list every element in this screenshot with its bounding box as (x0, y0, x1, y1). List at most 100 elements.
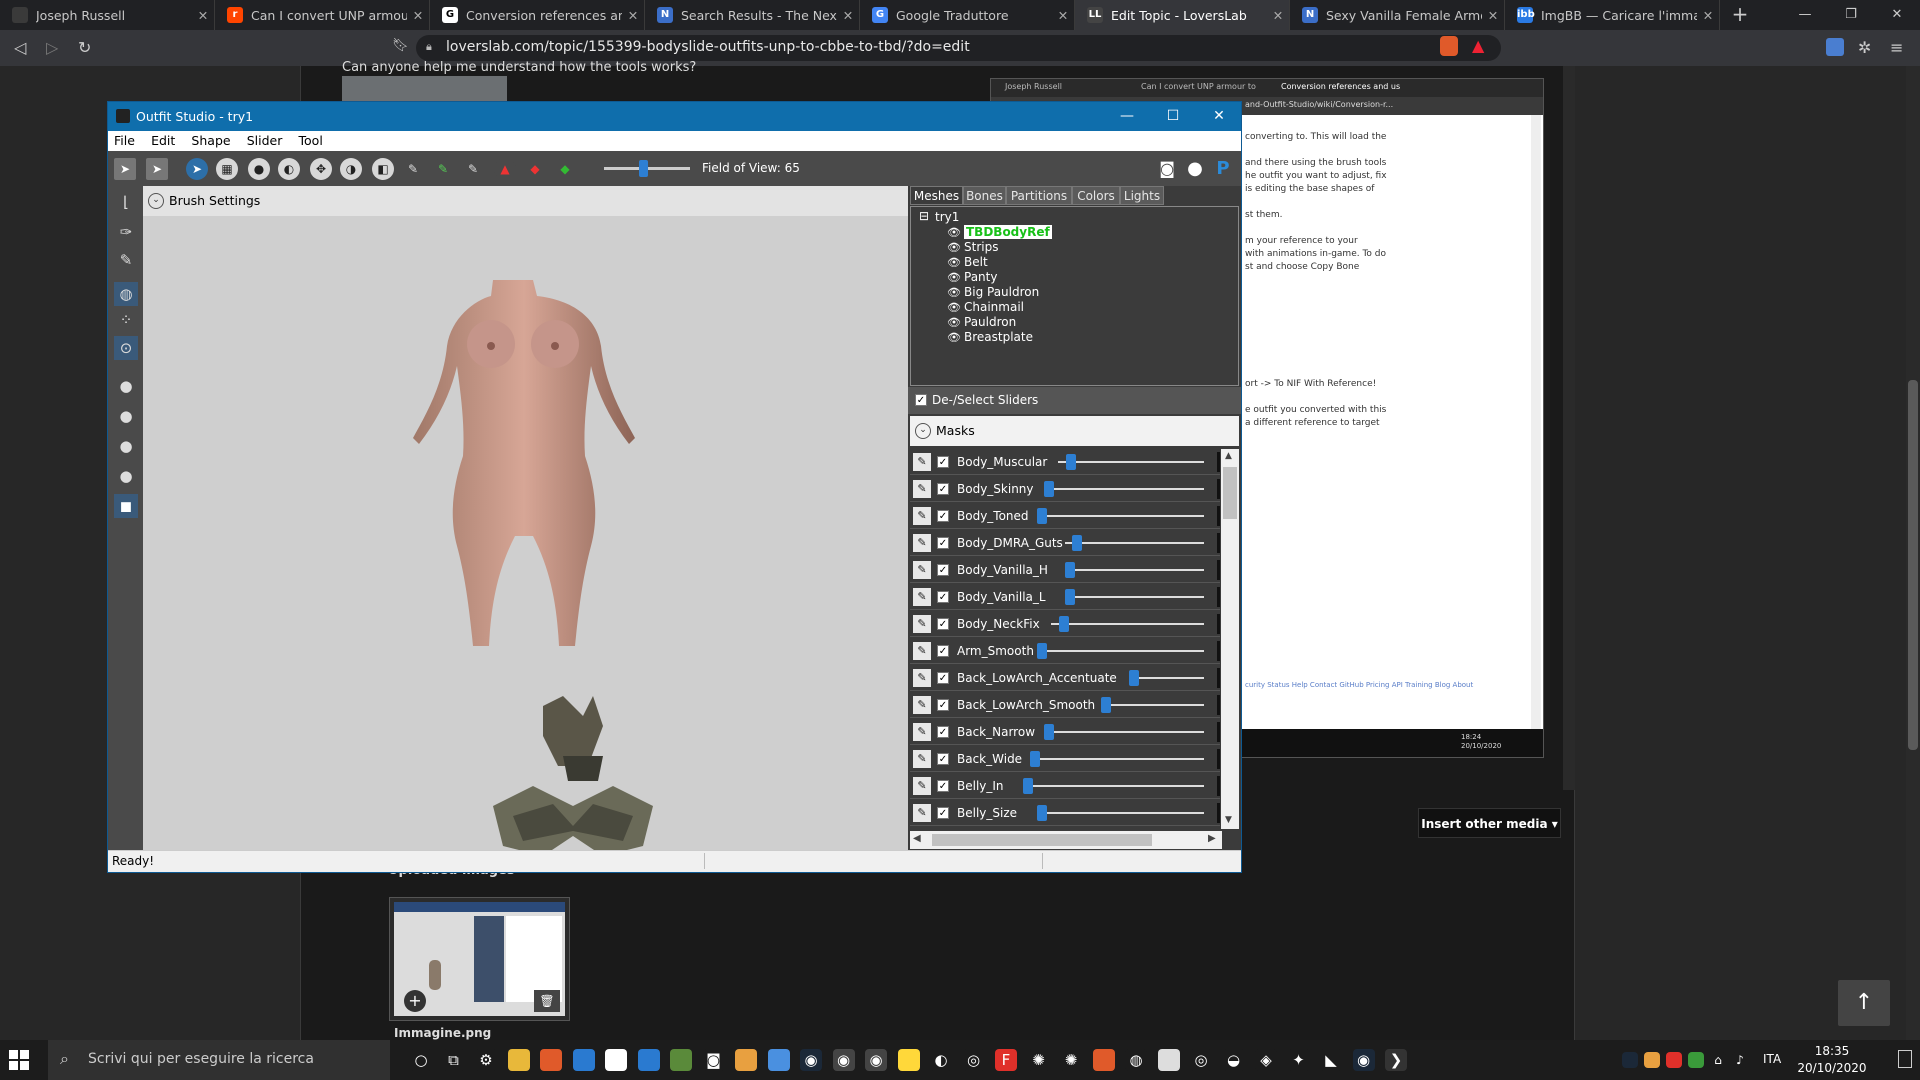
steam-tray-icon[interactable] (1622, 1052, 1638, 1068)
app-c-icon[interactable] (897, 1049, 920, 1071)
taskbar-clock[interactable]: 18:35 20/10/2020 (1796, 1043, 1868, 1077)
slider-knob[interactable] (1072, 535, 1083, 551)
mesh-item[interactable]: 👁︎ TBDBodyRef (947, 225, 1052, 239)
tab-meshes[interactable]: Meshes (910, 186, 963, 205)
menu-shape[interactable]: Shape (185, 131, 236, 150)
slider-edit-pencil-icon[interactable]: ✎ (913, 615, 931, 633)
visibility-eye-icon[interactable]: 👁︎ (947, 316, 961, 329)
move-brush-icon[interactable]: ✥ (310, 158, 332, 180)
slider-list-hscroll[interactable]: ◀ ▶ (910, 831, 1222, 849)
slider-checkbox[interactable]: ✓ (937, 807, 949, 819)
slider-track[interactable] (1065, 542, 1204, 544)
visibility-eye-icon[interactable]: 👁︎ (947, 226, 961, 239)
undiff-brush-icon[interactable]: ◧ (372, 158, 394, 180)
app2-tray-icon[interactable] (1666, 1052, 1682, 1068)
app-tray-icon[interactable] (1644, 1052, 1660, 1068)
slider-edit-pencil-icon[interactable]: ✎ (913, 696, 931, 714)
slider-edit-pencil-icon[interactable]: ✎ (913, 804, 931, 822)
app-orange-icon[interactable] (735, 1049, 757, 1071)
deflate-brush-icon[interactable]: ◐ (278, 158, 300, 180)
mesh-item[interactable]: 👁︎ Big Pauldron (947, 285, 1039, 299)
minimize-button[interactable]: — (1782, 0, 1828, 30)
steam-icon[interactable]: ◉ (800, 1049, 822, 1071)
slider-list-vscroll-thumb[interactable] (1223, 467, 1237, 519)
browser-tab[interactable]: LL Edit Topic - LoversLab ✕ (1075, 0, 1290, 30)
visibility-eye-icon[interactable]: 👁︎ (947, 271, 961, 284)
weight-brush-icon[interactable]: ✎ (402, 158, 424, 180)
field-of-view-slider-knob[interactable] (638, 160, 648, 177)
slider-knob[interactable] (1129, 670, 1140, 686)
tree-collapse-icon[interactable]: ⊟ (919, 209, 929, 223)
slider-checkbox[interactable]: ✓ (937, 456, 949, 468)
scroll-up-icon[interactable]: ▲ (1225, 451, 1232, 461)
tab-lights[interactable]: Lights (1120, 186, 1164, 205)
inflate-brush-icon[interactable]: ● (248, 158, 270, 180)
visibility-eye-icon[interactable]: 👁︎ (947, 331, 961, 344)
deselect-sliders-bar[interactable]: ✓ De-/Select Sliders (908, 387, 1241, 414)
slider-knob[interactable] (1044, 481, 1055, 497)
app-k-icon[interactable] (1157, 1049, 1180, 1071)
brush-settings-bar[interactable]: ⌄ Brush Settings (143, 186, 908, 216)
visibility-eye-icon[interactable]: 👁︎ (947, 286, 961, 299)
editor-scrollbar[interactable] (1563, 66, 1575, 790)
app-l-icon[interactable]: ◎ (1190, 1049, 1212, 1071)
x-mirror-icon[interactable]: ◍ (114, 282, 138, 306)
transform-tool-icon[interactable]: ➤ (146, 158, 168, 180)
connected-only-icon[interactable]: ⁘ (114, 308, 138, 332)
anchor-tool-icon[interactable]: ⌊ (114, 190, 138, 214)
wireframe-icon[interactable]: ● (114, 374, 138, 398)
slider-checkbox[interactable]: ✓ (937, 483, 949, 495)
slider-checkbox[interactable]: ✓ (937, 780, 949, 792)
scroll-left-icon[interactable]: ◀ (913, 833, 921, 844)
reload-icon[interactable]: ↻ (78, 38, 91, 57)
taskbar-search[interactable]: ⌕ Scrivi qui per eseguire la ricerca (48, 1040, 390, 1080)
app-i-icon[interactable] (1092, 1049, 1115, 1071)
app-p-icon[interactable]: ◣ (1320, 1049, 1342, 1071)
tab-close-icon[interactable]: ✕ (192, 8, 214, 23)
maximize-button[interactable]: ❐ (1828, 0, 1874, 30)
alpha-brush-icon[interactable]: ✎ (462, 158, 484, 180)
slider-track[interactable] (1129, 677, 1204, 679)
notifications-icon[interactable] (1898, 1050, 1912, 1068)
cortana-icon[interactable]: ○ (410, 1049, 432, 1071)
slider-list-hscroll-thumb[interactable] (932, 834, 1152, 846)
page-scrollbar-thumb[interactable] (1908, 380, 1918, 750)
split-edge-icon[interactable]: ◆ (554, 158, 576, 180)
menu-file[interactable]: File (108, 131, 141, 150)
slider-knob[interactable] (1022, 778, 1033, 794)
slider-track[interactable] (1037, 515, 1204, 517)
mesh-item[interactable]: 👁︎ Breastplate (947, 330, 1033, 344)
slider-edit-pencil-icon[interactable]: ✎ (913, 642, 931, 660)
menu-edit[interactable]: Edit (145, 131, 181, 150)
slider-edit-pencil-icon[interactable]: ✎ (913, 750, 931, 768)
tab-close-icon[interactable]: ✕ (1052, 8, 1074, 23)
color-brush-icon[interactable]: ✎ (432, 158, 454, 180)
network-icon[interactable]: ⌂ (1710, 1052, 1726, 1068)
mesh-item[interactable]: 👁︎ Chainmail (947, 300, 1024, 314)
steam2-icon[interactable]: ◉ (1352, 1049, 1375, 1071)
slider-track[interactable] (1051, 623, 1204, 625)
tab-bones[interactable]: Bones (963, 186, 1006, 205)
settings-icon[interactable]: ⚙ (475, 1049, 497, 1071)
lighting-icon[interactable]: ● (114, 404, 138, 428)
slider-edit-pencil-icon[interactable]: ✎ (913, 588, 931, 606)
mesh-item[interactable]: 👁︎ Panty (947, 270, 997, 284)
slider-checkbox[interactable]: ✓ (937, 726, 949, 738)
browser-tab[interactable]: N Sexy Vanilla Female Armor fo✕ (1290, 0, 1505, 30)
slider-track[interactable] (1065, 596, 1204, 598)
app-d-icon[interactable]: ◐ (930, 1049, 952, 1071)
close-button[interactable]: ✕ (1874, 0, 1920, 30)
masks-bar[interactable]: ⌄ Masks (910, 416, 1239, 446)
visibility-eye-icon[interactable]: 👁︎ (947, 256, 961, 269)
app-h-icon[interactable]: ✺ (1060, 1049, 1082, 1071)
tab-close-icon[interactable]: ✕ (837, 8, 859, 23)
tab-colors[interactable]: Colors (1072, 186, 1120, 205)
slider-edit-pencil-icon[interactable]: ✎ (913, 777, 931, 795)
slider-edit-pencil-icon[interactable]: ✎ (913, 561, 931, 579)
smooth-brush-icon[interactable]: ◑ (340, 158, 362, 180)
menu-icon[interactable]: ≡ (1890, 38, 1903, 57)
pin-tool-icon[interactable]: ✑ (114, 220, 138, 244)
slider-checkbox[interactable]: ✓ (937, 645, 949, 657)
slider-checkbox[interactable]: ✓ (937, 537, 949, 549)
browser-tab[interactable]: G Conversion references and us✕ (430, 0, 645, 30)
